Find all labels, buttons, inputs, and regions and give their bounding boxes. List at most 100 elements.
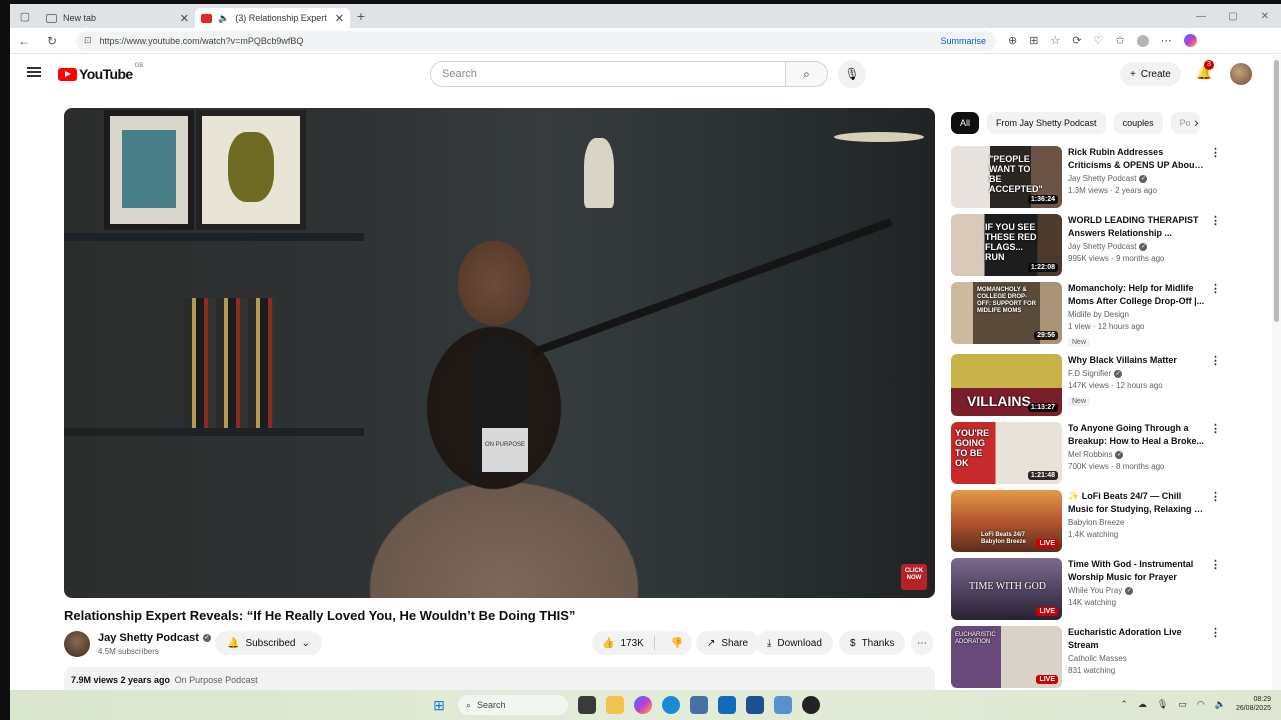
thanks-button[interactable]: $ Thanks: [839, 631, 906, 655]
task-view-icon[interactable]: [578, 696, 596, 714]
recommendation-item[interactable]: TIME WITH GOD LIVE Time With God - Instr…: [951, 558, 1241, 620]
kebab-menu-icon[interactable]: ⋮: [1210, 422, 1221, 435]
kebab-menu-icon[interactable]: ⋮: [1210, 146, 1221, 159]
notifications-button[interactable]: 🔔 3: [1196, 60, 1214, 81]
video-thumbnail[interactable]: "PEOPLE WANT TO BE ACCEPTED" 1:36:24: [951, 146, 1062, 208]
download-button[interactable]: ⤓ Download: [756, 631, 833, 655]
kebab-menu-icon[interactable]: ⋮: [1210, 354, 1221, 367]
workspaces-icon[interactable]: ▢: [10, 4, 40, 28]
recommendation-title[interactable]: ✨ LoFi Beats 24/7 — Chill Music for Stud…: [1068, 490, 1206, 516]
video-thumbnail[interactable]: TIME WITH GOD LIVE: [951, 558, 1062, 620]
tab-new-tab[interactable]: New tab ✕: [40, 8, 195, 28]
chevron-up-icon[interactable]: ⌃: [1120, 699, 1128, 710]
recommendation-title[interactable]: Time With God - Instrumental Worship Mus…: [1068, 558, 1206, 584]
profile-icon[interactable]: [1136, 34, 1149, 47]
recommendation-item[interactable]: "PEOPLE WANT TO BE ACCEPTED" 1:36:24 Ric…: [951, 146, 1241, 208]
video-player[interactable]: ON PURPOSE CLICK NOW: [64, 108, 935, 598]
chevron-right-icon[interactable]: ›: [1194, 114, 1199, 130]
create-button[interactable]: + Create: [1120, 62, 1181, 86]
recommendation-channel[interactable]: Jay Shetty Podcast: [1068, 242, 1136, 251]
kebab-menu-icon[interactable]: ⋮: [1210, 282, 1221, 295]
speaker-icon[interactable]: 🔈: [218, 13, 229, 24]
recommendation-title[interactable]: Why Black Villains Matter: [1068, 354, 1206, 367]
chip-from-channel[interactable]: From Jay Shetty Podcast: [987, 112, 1106, 134]
video-thumbnail[interactable]: MOMANCHOLY & COLLEGE DROP-OFF: SUPPORT F…: [951, 282, 1062, 344]
subscribed-button[interactable]: 🔔 Subscribed ⌄: [215, 631, 322, 655]
like-button[interactable]: 👍 173K: [592, 636, 655, 650]
outlook-icon[interactable]: [718, 696, 736, 714]
browser-essentials-icon[interactable]: ♡: [1094, 34, 1104, 47]
taskbar-search[interactable]: ⌕ Search: [458, 695, 568, 715]
kebab-menu-icon[interactable]: ⋮: [1210, 626, 1221, 639]
mic-tray-icon[interactable]: 🎙: [1157, 699, 1168, 710]
clock[interactable]: 08:29 26/08/2025: [1236, 695, 1271, 713]
refresh-icon[interactable]: ↻: [38, 34, 66, 48]
video-thumbnail[interactable]: VILLAINS 1:13:27: [951, 354, 1062, 416]
display-icon[interactable]: ▭: [1178, 699, 1187, 710]
recommendation-item[interactable]: YOU'RE GOING TO BE OK 1:21:48 To Anyone …: [951, 422, 1241, 484]
recommendation-channel[interactable]: Jay Shetty Podcast: [1068, 174, 1136, 183]
recommendation-title[interactable]: To Anyone Going Through a Breakup: How t…: [1068, 422, 1206, 448]
recommendation-channel[interactable]: Catholic Masses: [1068, 654, 1127, 663]
volume-icon[interactable]: 🔈: [1215, 699, 1226, 710]
video-thumbnail[interactable]: YOU'RE GOING TO BE OK 1:21:48: [951, 422, 1062, 484]
kebab-menu-icon[interactable]: ⋮: [1210, 214, 1221, 227]
read-aloud-icon[interactable]: ⊕: [1008, 34, 1017, 47]
search-button[interactable]: ⌕: [786, 61, 828, 87]
kebab-menu-icon[interactable]: ⋮: [1210, 490, 1221, 503]
back-icon[interactable]: ←: [10, 34, 38, 48]
kebab-menu-icon[interactable]: ⋮: [1210, 558, 1221, 571]
recommendation-channel[interactable]: Mel Robbins: [1068, 450, 1112, 459]
store-icon[interactable]: [690, 696, 708, 714]
video-thumbnail[interactable]: EUCHARISTIC ADORATION LIVE: [951, 626, 1062, 688]
recommendation-channel[interactable]: F.D Signifier: [1068, 369, 1111, 378]
voice-search-button[interactable]: 🎙: [838, 60, 866, 88]
share-button[interactable]: ↗ Share: [696, 631, 760, 655]
dislike-button[interactable]: 👎: [661, 638, 693, 649]
more-actions-button[interactable]: ⋯: [911, 631, 933, 655]
edge-icon[interactable]: [662, 696, 680, 714]
split-screen-icon[interactable]: ⊞: [1029, 34, 1038, 47]
recommendation-item[interactable]: IF YOU SEE THESE RED FLAGS... RUN 1:22:0…: [951, 214, 1241, 276]
menu-icon[interactable]: [27, 67, 41, 77]
video-thumbnail[interactable]: IF YOU SEE THESE RED FLAGS... RUN 1:22:0…: [951, 214, 1062, 276]
copilot-app-icon[interactable]: [634, 696, 652, 714]
address-bar[interactable]: ⊡ https://www.youtube.com/watch?v=mPQBcb…: [76, 30, 996, 51]
recommendation-item[interactable]: LoFi Beats 24/7 Babylon Breeze LIVE ✨ Lo…: [951, 490, 1241, 552]
chip-couples[interactable]: couples: [1113, 112, 1163, 134]
close-tab-icon[interactable]: ✕: [335, 12, 344, 25]
recommendation-title[interactable]: Rick Rubin Addresses Criticisms & OPENS …: [1068, 146, 1206, 172]
file-explorer-icon[interactable]: [606, 696, 624, 714]
recommendation-item[interactable]: EUCHARISTIC ADORATION LIVE Eucharistic A…: [951, 626, 1241, 688]
chip-all[interactable]: All: [951, 112, 980, 134]
more-icon[interactable]: ⋯: [1161, 34, 1172, 47]
wifi-icon[interactable]: ◠: [1197, 699, 1205, 710]
favorite-star-icon[interactable]: ☆: [1050, 34, 1060, 47]
copilot-icon[interactable]: [1183, 34, 1197, 47]
cloud-icon[interactable]: ☁: [1138, 699, 1147, 710]
app-icon[interactable]: [774, 696, 792, 714]
recommendation-channel[interactable]: Midlife by Design: [1068, 310, 1129, 319]
close-tab-icon[interactable]: ✕: [180, 12, 189, 25]
recommendation-channel[interactable]: While You Pray: [1068, 586, 1122, 595]
summarise-button[interactable]: Summarise: [940, 36, 986, 46]
defender-icon[interactable]: [746, 696, 764, 714]
chrome-icon[interactable]: [802, 696, 820, 714]
description-hashtag[interactable]: On Purpose Podcast: [175, 675, 258, 685]
maximize-icon[interactable]: ▢: [1217, 11, 1249, 22]
account-avatar[interactable]: [1230, 63, 1252, 85]
windows-start-icon[interactable]: ⊞: [430, 696, 448, 714]
new-tab-button[interactable]: +: [350, 8, 372, 24]
minimize-icon[interactable]: —: [1185, 11, 1217, 22]
scrollbar-thumb[interactable]: [1274, 60, 1279, 322]
channel-avatar[interactable]: [64, 631, 90, 657]
tab-youtube[interactable]: 🔈 (3) Relationship Expert Reveals ✕: [195, 8, 350, 28]
close-window-icon[interactable]: ✕: [1249, 11, 1281, 22]
youtube-logo[interactable]: YouTube GB: [58, 63, 143, 82]
site-info-icon[interactable]: ⊡: [84, 35, 92, 46]
recommendation-item[interactable]: VILLAINS 1:13:27 Why Black Villains Matt…: [951, 354, 1241, 416]
recommendation-title[interactable]: Momancholy: Help for Midlife Moms After …: [1068, 282, 1206, 308]
recommendation-title[interactable]: Eucharistic Adoration Live Stream: [1068, 626, 1206, 652]
video-thumbnail[interactable]: LoFi Beats 24/7 Babylon Breeze LIVE: [951, 490, 1062, 552]
channel-name-row[interactable]: Jay Shetty Podcast ✓: [98, 632, 211, 644]
